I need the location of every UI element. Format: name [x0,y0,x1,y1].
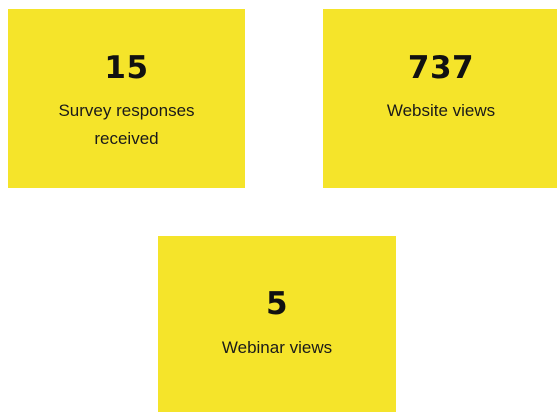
survey-responses-value: 15 [104,50,149,86]
survey-responses-label-line1: Survey responses [58,101,195,120]
website-views-card: 737 Website views [323,9,557,188]
webinar-views-label: Webinar views [221,338,333,357]
survey-responses-label-line2: received [94,129,159,148]
webinar-views-card: 5 Webinar views [158,236,396,412]
survey-responses-label: Survey responses received [58,97,194,153]
website-views-value: 737 [407,50,475,86]
survey-responses-card: 15 Survey responses received [8,9,245,188]
website-views-label: Website views [386,101,496,120]
webinar-views-value: 5 [265,286,289,322]
